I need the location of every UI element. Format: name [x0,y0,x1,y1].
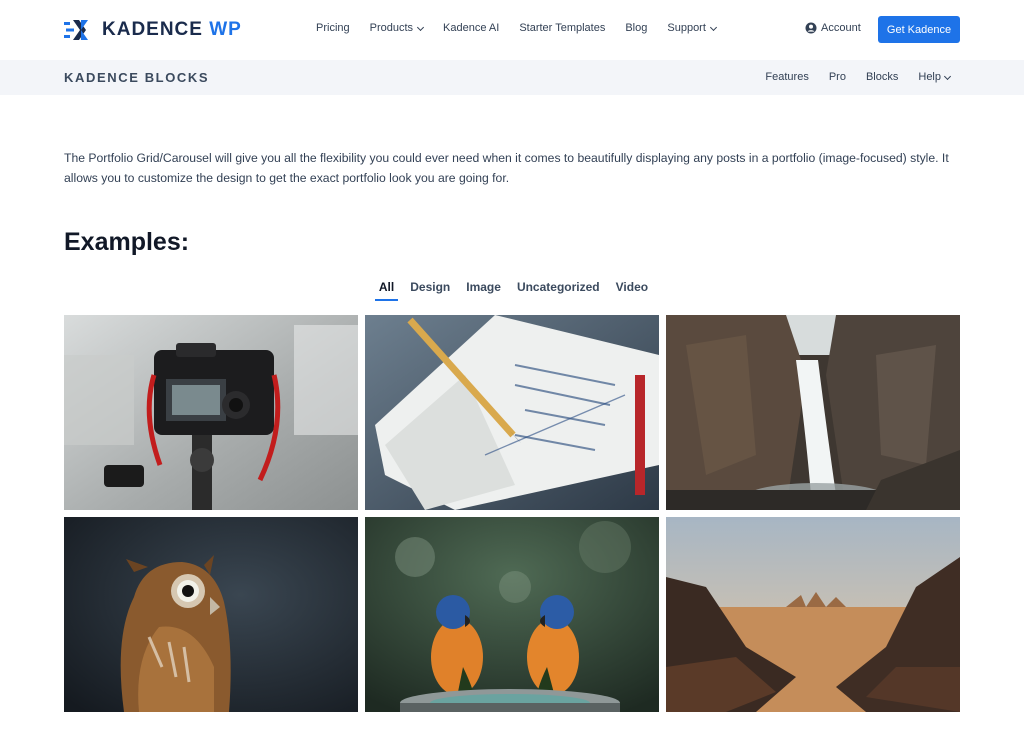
portfolio-item-owl[interactable] [64,517,358,712]
nav-kadence-ai[interactable]: Kadence AI [443,22,499,34]
filter-all[interactable]: All [374,280,399,301]
nav-products[interactable]: Products [370,22,425,34]
account-link[interactable]: Account [805,22,861,34]
sub-nav: Features Pro Blocks Help [745,71,952,83]
parrots-image [365,517,659,712]
sub-header: KADENCE BLOCKS Features Pro Blocks Help [0,60,1024,95]
portfolio-item-desert[interactable] [666,517,960,712]
portfolio-filters: All Design Image Uncategorized Video [0,280,1024,301]
waterfall-image [666,315,960,510]
logo-text: KADENCE WP [102,19,242,40]
subnav-pro[interactable]: Pro [829,71,846,83]
portfolio-item-parrots[interactable] [365,517,659,712]
camera-image [64,315,358,510]
chevron-down-icon [417,23,425,31]
subnav-help[interactable]: Help [918,71,952,83]
site-header: KADENCE WP Pricing Products Kadence AI S… [0,0,1024,60]
filter-image[interactable]: Image [466,280,501,300]
sub-header-title[interactable]: KADENCE BLOCKS [64,70,209,85]
subnav-blocks[interactable]: Blocks [866,71,898,83]
notebook-image [365,315,659,510]
portfolio-grid [64,315,960,712]
portfolio-item-camera[interactable] [64,315,358,510]
chevron-down-icon [709,23,717,31]
examples-heading: Examples: [64,228,190,256]
main-nav: Pricing Products Kadence AI Starter Temp… [316,22,736,34]
nav-support[interactable]: Support [667,22,717,34]
desert-image [666,517,960,712]
subnav-features[interactable]: Features [765,71,808,83]
get-kadence-button[interactable]: Get Kadence [878,16,960,43]
owl-image [64,517,358,712]
nav-starter-templates[interactable]: Starter Templates [519,22,605,34]
filter-video[interactable]: Video [616,280,648,300]
kadence-logo[interactable]: KADENCE WP [64,17,242,43]
portfolio-item-notebook[interactable] [365,315,659,510]
filter-design[interactable]: Design [410,280,450,300]
intro-paragraph: The Portfolio Grid/Carousel will give yo… [64,151,949,185]
chevron-down-icon [943,72,952,80]
portfolio-item-waterfall[interactable] [666,315,960,510]
account-label: Account [821,22,861,34]
nav-pricing[interactable]: Pricing [316,22,350,34]
user-icon [805,22,817,34]
kadence-logo-icon [64,20,88,40]
filter-uncategorized[interactable]: Uncategorized [517,280,600,300]
nav-blog[interactable]: Blog [625,22,647,34]
